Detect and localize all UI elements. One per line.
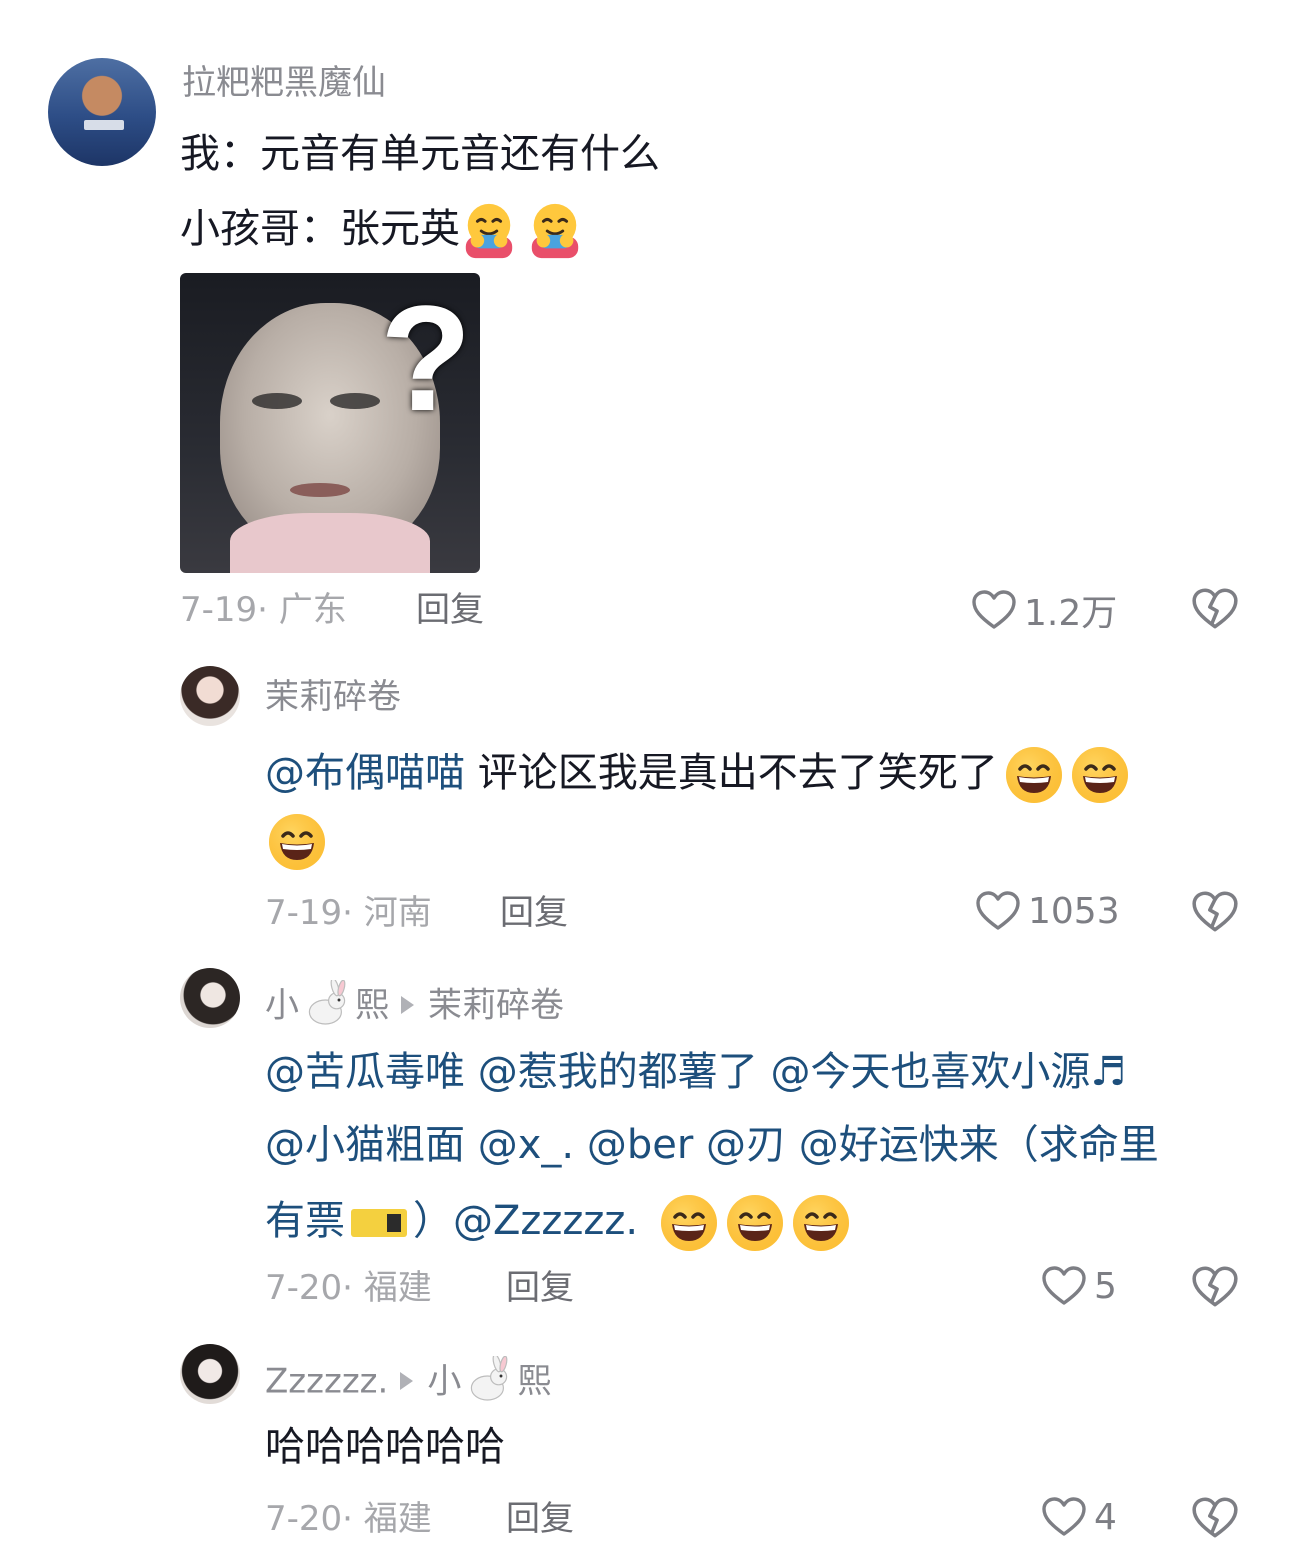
comment-text-line: 我：元音有单元音还有什么 — [180, 131, 660, 177]
mention-link[interactable]: @刃 — [706, 1122, 786, 1168]
question-mark-overlay: ? — [380, 274, 472, 442]
ticket-emoji — [351, 1209, 407, 1237]
broken-heart-icon — [1190, 1262, 1240, 1312]
mention-link[interactable]: @好运快来（求命里 — [799, 1122, 1159, 1168]
dislike-button[interactable] — [1190, 887, 1240, 941]
grinning-face-emoji — [267, 812, 327, 872]
hugging-face-emoji — [460, 202, 518, 260]
reply-arrow-icon — [400, 1372, 414, 1390]
dislike-button[interactable] — [1190, 1262, 1240, 1316]
emoji-line — [267, 812, 327, 876]
comment-date: 7-20 — [265, 1268, 343, 1308]
reply-button[interactable]: 回复 — [506, 1268, 574, 1308]
comment-text: 小孩哥：张元英 — [180, 206, 460, 252]
comment-text-line: @小猫粗面 @x_. @ber @刃 @好运快来（求命里 — [265, 1121, 1159, 1169]
comment-location: 河南 — [363, 893, 432, 933]
grinning-face-emoji — [1070, 745, 1130, 805]
mention-link[interactable]: @小猫粗面 — [265, 1122, 465, 1168]
mention-link[interactable]: @苦瓜毒唯 — [265, 1049, 465, 1095]
broken-heart-icon — [1190, 887, 1240, 937]
hugging-face-emoji — [526, 202, 584, 260]
username-part: 小 — [265, 985, 299, 1026]
like-button[interactable]: 4 — [1040, 1493, 1117, 1541]
comment-meta: 7-20· 福建 — [265, 1268, 432, 1308]
broken-heart-icon — [1190, 1493, 1240, 1543]
rabbit-emoji — [303, 980, 351, 1028]
comment-location: 福建 — [363, 1499, 432, 1539]
broken-heart-icon — [1190, 584, 1240, 634]
mention-link[interactable]: ）@Zzzzzz. — [413, 1198, 638, 1244]
comment-meta: 7-19· 广东 — [180, 590, 347, 630]
dislike-button[interactable] — [1190, 584, 1240, 638]
grinning-face-emoji — [791, 1193, 851, 1253]
comment-text-line: @布偶喵喵 评论区我是真出不去了笑死了 — [265, 745, 1130, 805]
avatar[interactable] — [180, 666, 240, 726]
comment-text-line: 小孩哥：张元英 — [180, 202, 584, 260]
reply-to-username[interactable]: 茉莉碎卷 — [428, 986, 564, 1026]
reply-button[interactable]: 回复 — [500, 893, 568, 933]
grinning-face-emoji — [1004, 745, 1064, 805]
comment-text-line: @苦瓜毒唯 @惹我的都薯了 @今天也喜欢小源♬ — [265, 1048, 1126, 1096]
heart-outline-icon — [974, 887, 1022, 935]
grinning-face-emoji — [659, 1193, 719, 1253]
mention-link[interactable]: 有票 — [265, 1198, 345, 1244]
username-part: 熙 — [355, 985, 389, 1026]
like-count: 1.2万 — [1024, 593, 1118, 634]
avatar[interactable] — [180, 1344, 240, 1404]
comment-meta: 7-20· 福建 — [265, 1499, 432, 1539]
comment-username[interactable]: 小 熙茉莉碎卷 — [265, 980, 564, 1034]
mention-link[interactable]: @今天也喜欢小源♬ — [770, 1049, 1126, 1095]
like-button[interactable]: 5 — [1040, 1262, 1117, 1310]
heart-outline-icon — [1040, 1493, 1088, 1541]
avatar[interactable] — [48, 58, 156, 166]
comment-text: 评论区我是真出不去了笑死了 — [477, 750, 998, 796]
heart-outline-icon — [1040, 1262, 1088, 1310]
comment-image[interactable]: ? — [180, 273, 480, 573]
like-button[interactable]: 1.2万 — [970, 584, 1117, 636]
comment-username[interactable]: Zzzzzz. 小 熙 — [265, 1356, 551, 1410]
like-count: 1053 — [1028, 890, 1120, 932]
reply-arrow-icon — [401, 996, 414, 1014]
comment-text-line: 有票 ）@Zzzzzz. — [265, 1193, 851, 1253]
heart-outline-icon — [970, 586, 1018, 634]
reply-to-username[interactable]: 熙 — [517, 1362, 551, 1402]
comment-username[interactable]: 拉粑粑黑魔仙 — [182, 63, 386, 103]
comment-meta: 7-19· 河南 — [265, 893, 432, 933]
comment-username[interactable]: 茉莉碎卷 — [265, 677, 401, 717]
comment-text: 哈哈哈哈哈哈 — [265, 1424, 505, 1470]
rabbit-emoji — [465, 1356, 513, 1404]
mention-link[interactable]: @布偶喵喵 — [265, 750, 465, 796]
grinning-face-emoji — [725, 1193, 785, 1253]
like-button[interactable]: 1053 — [974, 887, 1120, 935]
dislike-button[interactable] — [1190, 1493, 1240, 1547]
comment-location: 福建 — [363, 1268, 432, 1308]
reply-to-username[interactable]: 小 — [427, 1362, 461, 1402]
username-part: Zzzzzz. — [265, 1361, 389, 1402]
reply-button[interactable]: 回复 — [416, 590, 484, 630]
comment-date: 7-20 — [265, 1499, 343, 1539]
comment-location: 广东 — [278, 590, 347, 630]
reply-button[interactable]: 回复 — [506, 1499, 574, 1539]
mention-link[interactable]: @ber — [587, 1122, 693, 1168]
like-count: 4 — [1094, 1496, 1117, 1538]
mention-link[interactable]: @惹我的都薯了 — [478, 1049, 758, 1095]
mention-link[interactable]: @x_. — [478, 1122, 574, 1168]
like-count: 5 — [1094, 1265, 1117, 1307]
comment-date: 7-19 — [265, 893, 343, 933]
avatar[interactable] — [180, 968, 240, 1028]
comment-date: 7-19 — [180, 590, 258, 630]
